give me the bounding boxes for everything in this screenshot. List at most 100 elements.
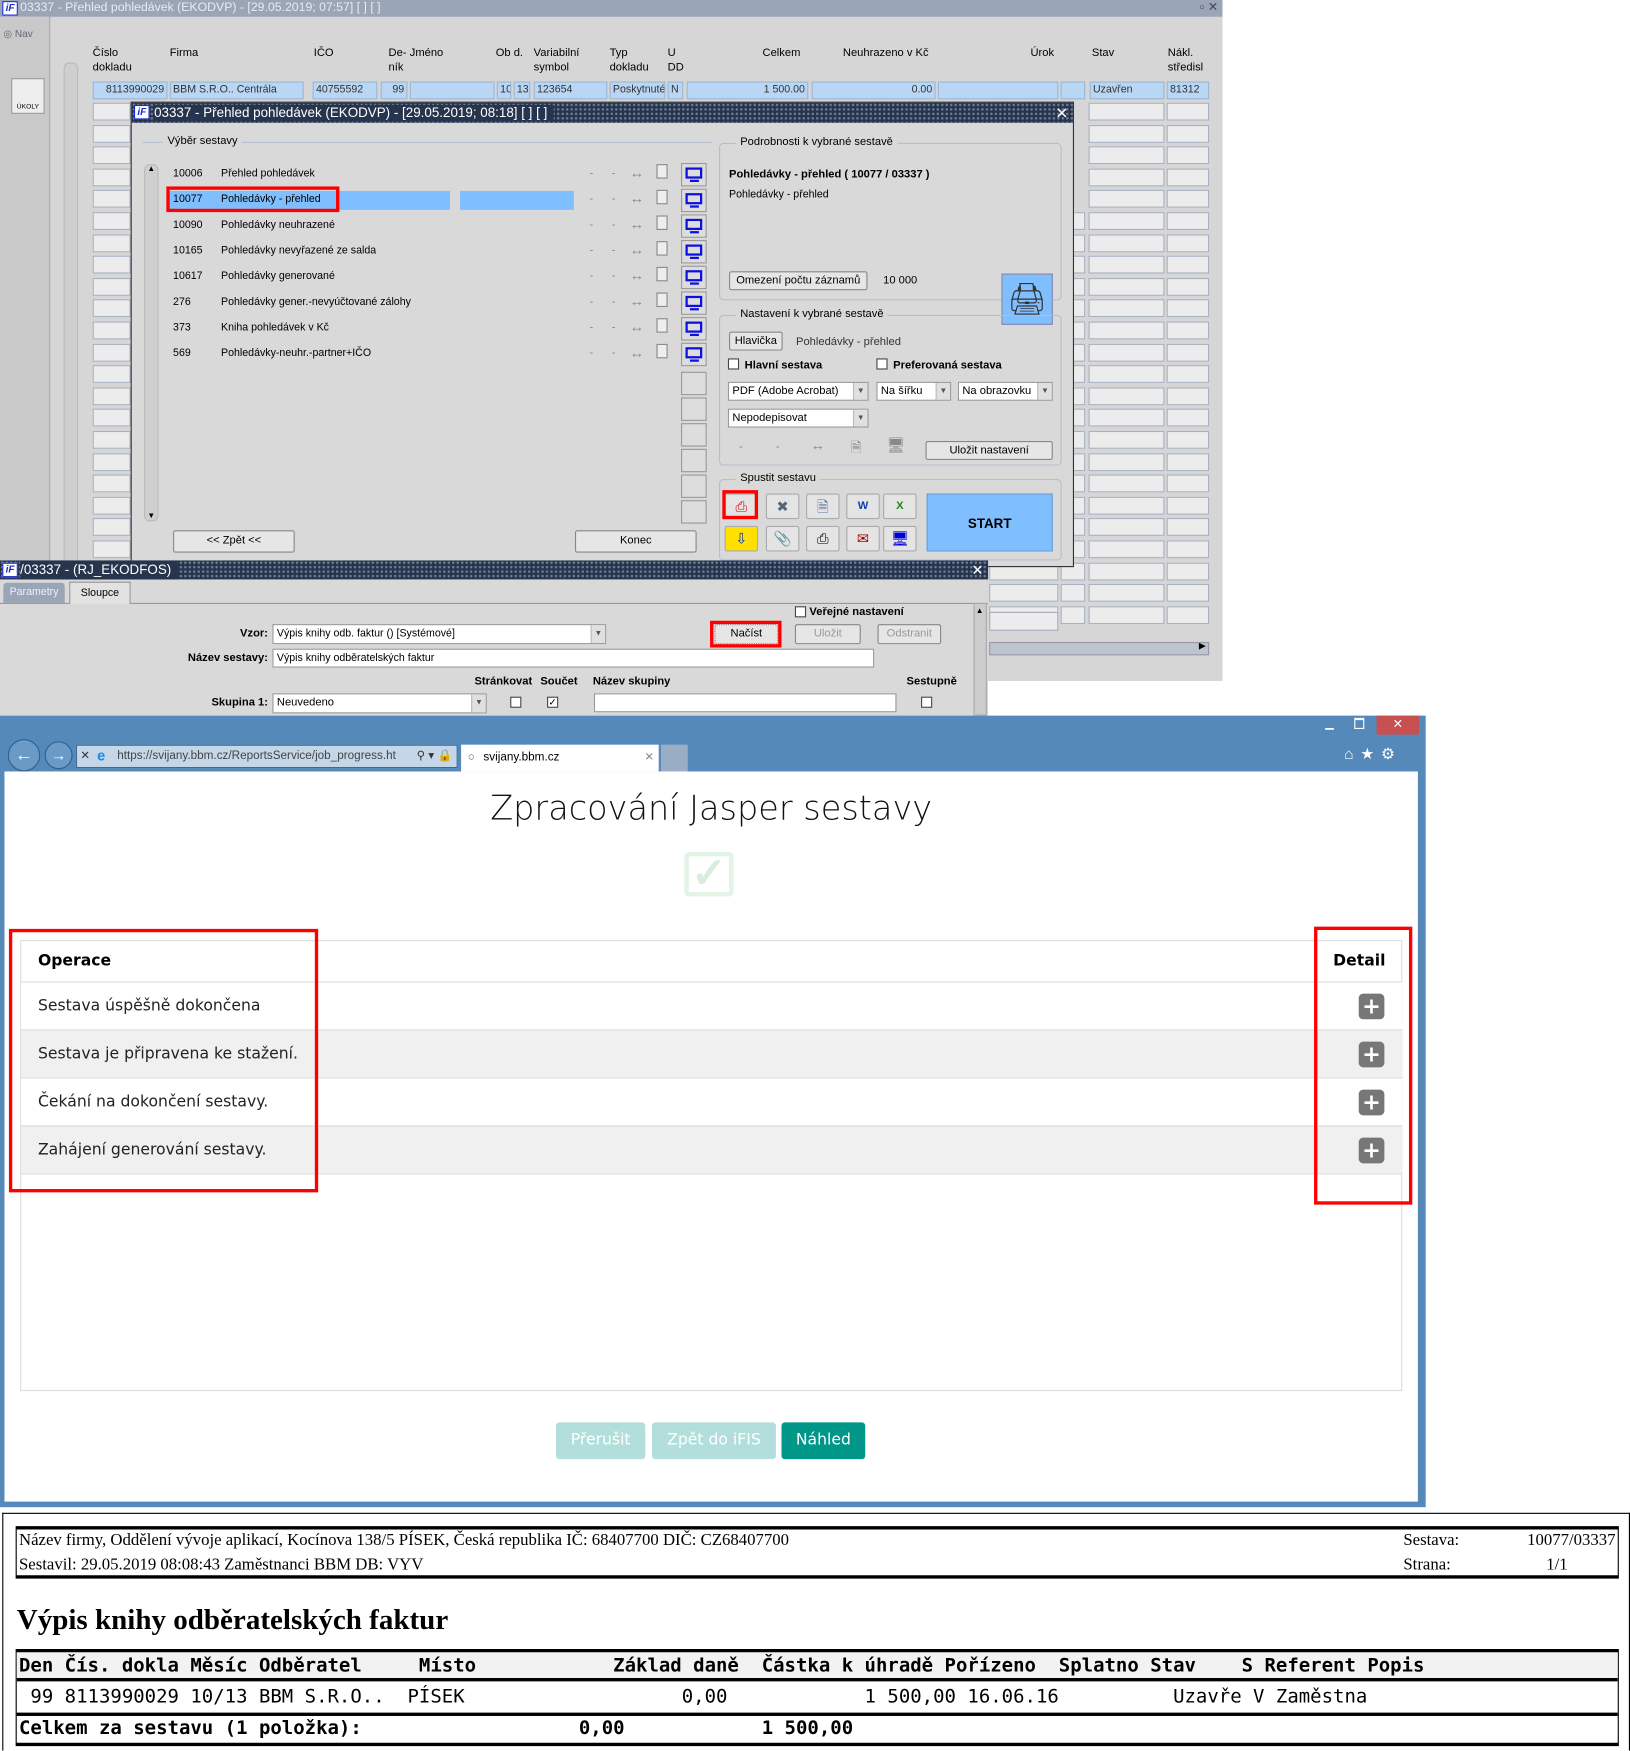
close-button[interactable]: ✕ [1376,715,1419,735]
forward-arrow-icon[interactable]: → [44,741,73,770]
report-name-input[interactable]: Výpis knihy odběratelských faktur [272,648,875,668]
back-arrow-icon[interactable]: ← [7,739,41,772]
grid-empty-cell[interactable] [92,474,131,493]
column-header[interactable]: Jméno [410,46,444,61]
tasks-button[interactable]: ÚKOLY [11,78,45,114]
remove-button[interactable]: Odstranit [877,624,942,645]
report-code[interactable]: 10165 [173,245,202,257]
tab-sloupce[interactable]: Sloupce [69,581,131,604]
grid-cell[interactable]: 40755592 [312,81,378,100]
descending-checkbox[interactable] [921,696,933,708]
grid-empty-cell[interactable] [1088,343,1165,362]
close-icon[interactable]: ✕ [971,560,983,579]
monitor-icon[interactable] [681,342,707,367]
grid-empty-cell[interactable] [1088,540,1165,559]
public-setting-checkbox[interactable] [794,606,807,618]
grid-cell[interactable]: 99 [380,81,408,100]
monitor-icon[interactable] [681,317,707,341]
address-bar[interactable]: ✕ e https://svijany.bbm.cz/ReportsServic… [75,744,458,769]
empty-button[interactable] [681,448,707,473]
grid-empty-cell[interactable] [1088,606,1165,624]
report-code[interactable]: 10090 [173,219,202,231]
grid-empty-cell[interactable] [92,452,131,471]
minimize-button[interactable]: ▁ [1325,718,1334,730]
back-to-ifis-button[interactable]: Zpět do iFIS [652,1422,776,1460]
column-header[interactable]: U DD [668,46,684,75]
grid-empty-cell[interactable] [92,518,131,537]
horizontal-scrollbar[interactable]: ▶ [989,641,1210,656]
grid-empty-cell[interactable] [1166,299,1210,318]
empty-button[interactable] [681,474,707,498]
report-list-scrollbar[interactable]: ▲ ▼ [144,164,159,522]
new-tab-button[interactable] [660,744,688,772]
report-code[interactable]: 569 [173,347,191,359]
grid-cell[interactable] [1060,81,1086,100]
save-button[interactable]: Uložit [794,624,861,645]
column-header[interactable]: Variabilní symbol [534,46,580,75]
report-name[interactable]: Pohledávky neuhrazené [221,219,335,231]
grid-field[interactable] [989,611,1059,631]
grid-empty-cell[interactable] [92,299,131,318]
search-lock-icons[interactable]: ⚲ ▾ 🔒 [413,745,453,767]
grid-empty-cell[interactable] [1088,496,1165,515]
grid-empty-cell[interactable] [1088,365,1165,384]
back-button[interactable]: << Zpět << [173,530,295,553]
attachment-button[interactable]: 📎 [765,525,800,552]
download-button[interactable]: ⇩ [724,525,759,552]
column-header[interactable]: Nákl. středisl [1168,46,1203,75]
grid-empty-cell[interactable] [92,409,131,427]
report-name[interactable]: Pohledávky gener.-nevyúčtované zálohy [221,296,411,308]
grid-empty-cell[interactable] [1088,321,1165,340]
monitor-icon[interactable] [681,291,707,315]
grid-cell[interactable]: 81312 [1166,81,1210,100]
nav-button[interactable]: ◎ Nav [3,28,32,40]
signing-select[interactable]: Nepodepisovat ▼ [727,408,869,428]
maximize-button[interactable] [1354,717,1365,730]
grid-empty-cell[interactable] [92,365,131,384]
save-settings-button[interactable]: Uložit nastavení [925,440,1053,460]
preferred-report-checkbox[interactable] [876,358,888,370]
grid-cell[interactable]: Poskytnuté [609,81,666,100]
grid-cell[interactable]: N [667,81,684,100]
column-header[interactable]: Celkem [763,46,801,61]
grid-empty-cell[interactable] [92,233,131,252]
grid-empty-cell[interactable] [92,540,131,559]
grid-empty-cell[interactable] [1088,124,1165,143]
grid-empty-cell[interactable] [92,496,131,515]
grid-empty-cell[interactable] [1166,409,1210,427]
grid-cell[interactable]: 8113990029 [92,81,168,100]
grid-empty-cell[interactable] [1088,452,1165,471]
column-header[interactable]: De-ník [389,46,407,75]
text-export-button[interactable]: 🗎 [806,493,840,520]
grid-empty-cell[interactable] [1088,277,1165,296]
vertical-scrollbar[interactable]: ▲ [973,602,987,716]
grid-empty-cell[interactable] [1166,584,1210,602]
report-name[interactable]: Kniha pohledávek v Kč [221,322,329,334]
main-report-checkbox[interactable] [727,358,740,370]
grid-cell[interactable]: 13 [513,81,531,100]
preview-button[interactable]: Náhled [781,1422,866,1460]
grid-empty-cell[interactable] [1166,277,1210,296]
grid-cell[interactable]: 10 [496,81,512,100]
report-code[interactable]: 10006 [173,167,202,179]
grid-empty-cell[interactable] [1088,168,1165,187]
empty-button[interactable] [681,371,707,396]
report-code[interactable]: 276 [173,296,191,308]
grid-empty-cell[interactable] [1088,387,1165,406]
grid-empty-cell[interactable] [92,430,131,449]
screen-button[interactable]: 🖥 [883,525,917,552]
grid-empty-cell[interactable] [1166,452,1210,471]
report-code[interactable]: 10617 [173,270,202,282]
grid-empty-cell[interactable] [92,168,131,187]
report-name[interactable]: Pohledávky - přehled [221,193,321,205]
column-header[interactable]: Stav [1092,46,1114,61]
format-select[interactable]: PDF (Adobe Acrobat) ▼ [727,381,869,401]
print-button[interactable]: ⎙ [806,525,840,552]
empty-button[interactable] [681,397,707,421]
grid-empty-cell[interactable] [1166,168,1210,187]
grid-empty-cell[interactable] [1088,190,1165,209]
column-header[interactable]: Číslo dokladu [93,46,132,75]
grid-empty-cell[interactable] [92,102,131,121]
grid-empty-cell[interactable] [1166,190,1210,209]
grid-empty-cell[interactable] [1166,496,1210,515]
